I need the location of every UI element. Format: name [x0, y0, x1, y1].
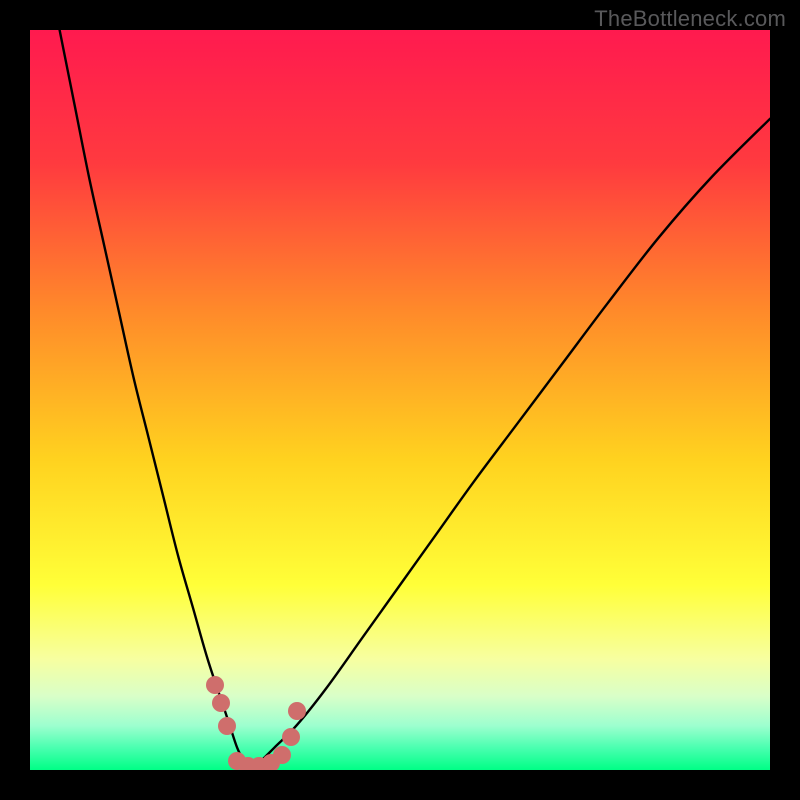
minimum-marker-dot — [206, 676, 224, 694]
minimum-marker-dot — [218, 717, 236, 735]
chart-stage: TheBottleneck.com — [0, 0, 800, 800]
minimum-marker-dot — [282, 728, 300, 746]
minimum-marker-dot — [212, 694, 230, 712]
plot-area — [30, 30, 770, 770]
minimum-marker-dot — [273, 746, 291, 764]
minimum-marker-layer — [30, 30, 770, 770]
watermark-text: TheBottleneck.com — [594, 6, 786, 32]
minimum-marker-dot — [288, 702, 306, 720]
